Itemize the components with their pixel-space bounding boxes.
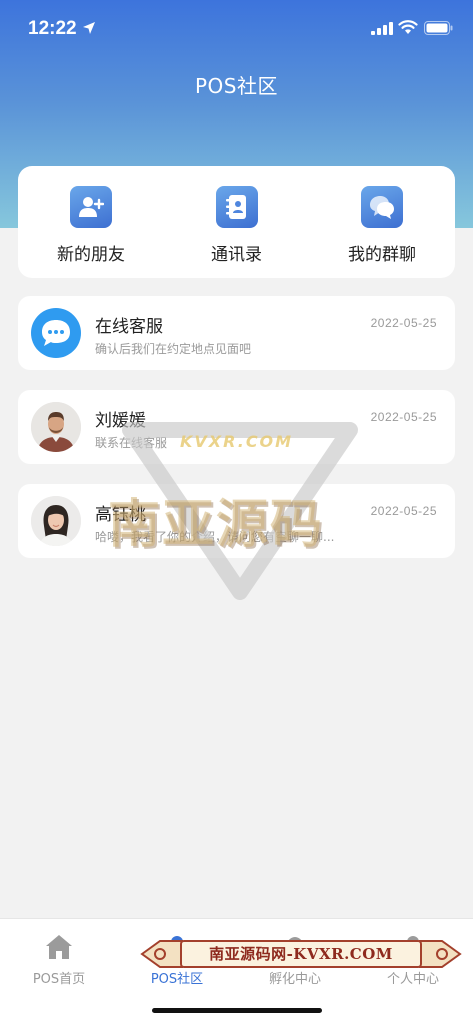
woman-avatar: [31, 496, 81, 546]
banner-text: 南亚源码网-KVXR.COM: [180, 940, 422, 968]
my-groups-button[interactable]: 我的群聊: [317, 166, 447, 278]
chat-date: 2022-05-25: [370, 410, 437, 424]
home-icon: [46, 935, 72, 959]
man-avatar: [31, 402, 81, 452]
chat-name: 在线客服: [95, 317, 163, 337]
new-friends-label: 新的朋友: [57, 245, 125, 265]
watermark-banner: 南亚源码网-KVXR.COM: [140, 933, 462, 975]
status-time: 12:22: [28, 18, 77, 39]
chat-bubble-icon: [31, 308, 81, 358]
contacts-button[interactable]: 通讯录: [172, 166, 302, 278]
contacts-book-icon: [215, 186, 258, 228]
tab-pos-home[interactable]: POS首页: [0, 919, 118, 999]
status-bar: 12:22: [0, 0, 473, 58]
battery-icon: [424, 21, 453, 35]
add-user-icon: [70, 186, 112, 228]
home-indicator: [152, 1008, 322, 1013]
quick-actions-card: 新的朋友 通讯录 我的群聊: [18, 166, 455, 278]
new-friends-button[interactable]: 新的朋友: [26, 166, 156, 278]
chat-date: 2022-05-25: [370, 504, 437, 518]
tab-label: POS首页: [32, 972, 86, 987]
chat-item-customer-service[interactable]: 在线客服 确认后我们在约定地点见面吧 2022-05-25: [18, 296, 455, 370]
watermark-logo: KVXR.COM 南亚源码: [100, 420, 380, 600]
chat-date: 2022-05-25: [370, 316, 437, 330]
watermark-sub: KVXR.COM: [180, 432, 294, 451]
chat-preview: 确认后我们在约定地点见面吧: [95, 342, 252, 356]
wifi-icon: [398, 20, 418, 34]
group-chat-icon: [361, 186, 403, 228]
contacts-label: 通讯录: [211, 245, 262, 265]
page-title: POS社区: [195, 74, 278, 98]
watermark-main: 南亚源码: [108, 495, 325, 555]
signal-icon: [371, 22, 393, 35]
my-groups-label: 我的群聊: [348, 245, 416, 265]
location-arrow-icon: [83, 22, 95, 34]
